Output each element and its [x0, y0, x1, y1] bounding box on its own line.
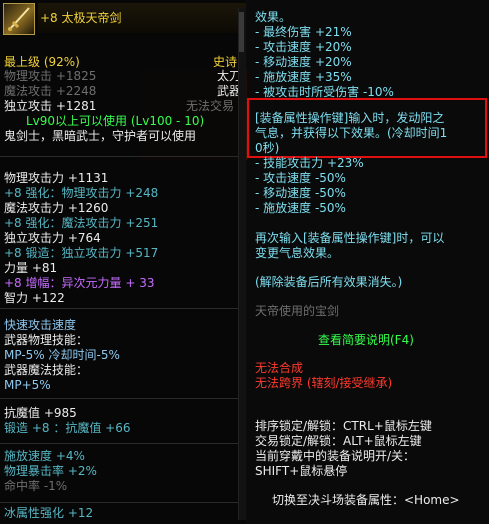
no-cross-label: 无法跨界 (辖刻/接受继承) [255, 376, 393, 390]
stat-line: +8 增幅：异次元力量 + 33 [4, 276, 155, 290]
reinput-line: 变更气息效果。 [255, 246, 340, 260]
sword-icon [3, 3, 35, 35]
stat-line: 魔法攻击力 +1260 [4, 201, 109, 215]
effect-header: 效果。 [255, 10, 292, 24]
no-trade-label: 无法交易 [186, 99, 235, 113]
view-brief-description-link[interactable]: 查看简要说明(F4) [318, 333, 414, 348]
usable-classes: 鬼剑士，黑暗武士，守护者可以使用 [4, 129, 197, 143]
item-name: +8 太极天帝剑 [40, 11, 122, 25]
indep-atk-base: 独立攻击 +1281 [4, 99, 97, 113]
speed-line: 命中率 -1% [4, 479, 68, 493]
flavor-text: 天帝使用的宝剑 [255, 304, 340, 318]
speed-line: 物理暴击率 +2% [4, 464, 97, 478]
highlight-line: 0秒) [255, 141, 280, 155]
yang-buff-line: - 攻击速度 -50% [255, 171, 346, 185]
phys-atk-base: 物理攻击 +1825 [4, 69, 97, 83]
no-synthesis-label: 无法合成 [255, 361, 304, 375]
level-requirement: Lv90以上可以使用 (Lv100 - 10) [26, 114, 205, 128]
divider [0, 308, 246, 309]
desc-toggle-key: SHIFT+鼠标悬停 [255, 464, 348, 478]
skill-line: 快速攻击速度 [4, 318, 77, 332]
effect-buff-line: - 施放速度 +35% [255, 70, 352, 84]
scrollbar-thumb[interactable] [239, 12, 244, 52]
stat-line: 独立攻击力 +764 [4, 231, 101, 245]
skill-line: 武器魔法技能： [4, 363, 89, 377]
highlight-line: 气息，并获得以下效果。(冷却时间1 [255, 126, 448, 140]
yang-buff-line: - 移动速度 -50% [255, 186, 346, 200]
defense-line: 锻造 +8 ：抗魔值 +66 [4, 421, 131, 435]
trade-lock-hint: 交易锁定/解锁：ALT+鼠标左键 [255, 434, 422, 448]
skill-line: MP+5% [4, 378, 51, 392]
element-enhance: 冰属性强化 +12 [4, 506, 94, 520]
mag-atk-base: 魔法攻击 +2248 [4, 84, 97, 98]
item-tooltip-main: +8 太极天帝剑 最上级 (92%) 史诗 物理攻击 +1825 太刀 魔法攻击… [0, 0, 246, 524]
sort-lock-hint: 排序锁定/解锁：CTRL+鼠标左键 [255, 419, 432, 433]
scrollbar[interactable] [238, 8, 246, 520]
unequip-note: (解除装备后所有效果消失。) [255, 275, 403, 289]
highlight-line: [装备属性操作键]输入时，发动阳之 [255, 111, 445, 125]
skill-line: 武器物理技能： [4, 333, 89, 347]
skill-line: MP-5% 冷却时间-5% [4, 348, 120, 362]
stat-line: 智力 +122 [4, 291, 65, 305]
stat-line: 力量 +81 [4, 261, 58, 275]
item-grade: 最上级 (92%) [4, 55, 80, 69]
divider [0, 502, 246, 503]
reinput-line: 再次输入[装备属性操作键]时，可以 [255, 231, 445, 245]
defense-line: 抗魔值 +985 [4, 406, 77, 420]
stat-line: +8 强化：魔法攻击力 +251 [4, 216, 159, 230]
desc-toggle-hint: 当前穿戴中的装备说明开/关： [255, 449, 416, 463]
speed-line: 施放速度 +4% [4, 449, 85, 463]
switch-arena-attributes[interactable]: 切换至决斗场装备属性：<Home> [272, 493, 460, 508]
yang-buff-line: - 技能攻击力 +23% [255, 156, 364, 170]
stat-line: +8 锻造：独立攻击力 +517 [4, 246, 159, 260]
stat-line: 物理攻击力 +1131 [4, 171, 109, 185]
effect-buff-line: - 最终伤害 +21% [255, 25, 352, 39]
divider [0, 443, 246, 444]
divider [0, 398, 246, 399]
divider [0, 156, 246, 157]
stat-line: +8 强化：物理攻击力 +248 [4, 186, 159, 200]
effect-buff-line: - 攻击速度 +20% [255, 40, 352, 54]
effect-buff-line: - 移动速度 +20% [255, 55, 352, 69]
item-rarity: 史诗 [213, 55, 238, 69]
yang-buff-line: - 施放速度 -50% [255, 201, 346, 215]
